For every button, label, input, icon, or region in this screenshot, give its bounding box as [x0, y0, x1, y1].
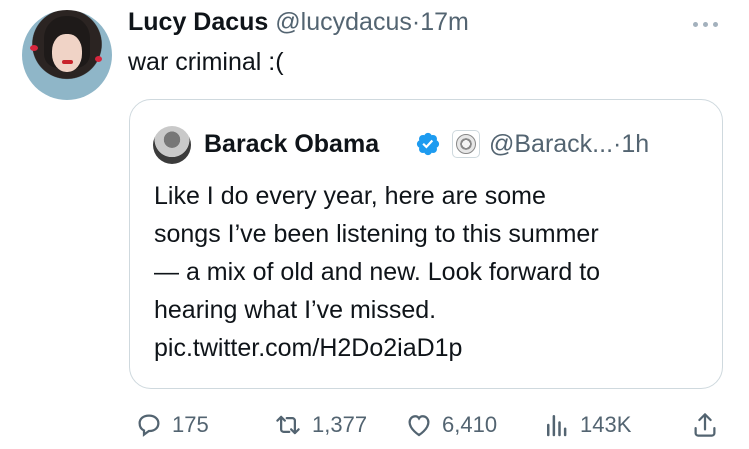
- like-button[interactable]: 6,410: [404, 405, 497, 445]
- quoted-handle[interactable]: @Barack...: [489, 130, 613, 158]
- more-icon[interactable]: [693, 22, 721, 30]
- reply-icon: [138, 414, 160, 437]
- author-name[interactable]: Lucy Dacus: [128, 8, 268, 36]
- tweet-text: war criminal :(: [128, 48, 284, 76]
- retweet-button[interactable]: 1,377: [272, 405, 367, 445]
- action-bar: 175 1,377 6,410 143K: [0, 405, 749, 445]
- quoted-text-line: Like I do every year, here are some: [154, 182, 546, 210]
- like-icon: [408, 415, 430, 437]
- quoted-tweet-text: Like I do every year, here are some song…: [154, 177, 714, 367]
- views-count: 143K: [580, 412, 632, 437]
- author-avatar[interactable]: [22, 10, 112, 100]
- tweet-time[interactable]: 17m: [420, 8, 469, 36]
- views-button[interactable]: 143K: [542, 405, 631, 445]
- verified-icon: [416, 132, 440, 156]
- quoted-author-name[interactable]: Barack Obama: [204, 125, 379, 163]
- quoted-text-line: hearing what I’ve missed.: [154, 296, 437, 324]
- quoted-meta: @Barack...·1h: [489, 125, 649, 163]
- author-handle[interactable]: @lucydacus: [275, 8, 412, 36]
- time-separator: ·: [411, 8, 421, 36]
- quoted-author-avatar[interactable]: [153, 126, 191, 164]
- tweet-header: Lucy Dacus @lucydacus·17m: [128, 4, 469, 40]
- quoted-text-line: — a mix of old and new. Look forward to: [154, 258, 601, 286]
- like-count: 6,410: [442, 412, 498, 437]
- share-button[interactable]: [690, 405, 720, 445]
- views-icon: [547, 415, 567, 437]
- retweet-count: 1,377: [312, 412, 368, 437]
- retweet-icon: [276, 415, 300, 435]
- reply-count: 175: [172, 412, 209, 437]
- quoted-time[interactable]: 1h: [621, 130, 649, 158]
- share-icon: [694, 413, 716, 437]
- reply-button[interactable]: 175: [134, 405, 209, 445]
- government-seal-icon: [452, 130, 480, 158]
- quoted-text-line: songs I’ve been listening to this summer: [154, 220, 599, 248]
- quoted-link[interactable]: pic.twitter.com/H2Do2iaD1p: [154, 329, 714, 367]
